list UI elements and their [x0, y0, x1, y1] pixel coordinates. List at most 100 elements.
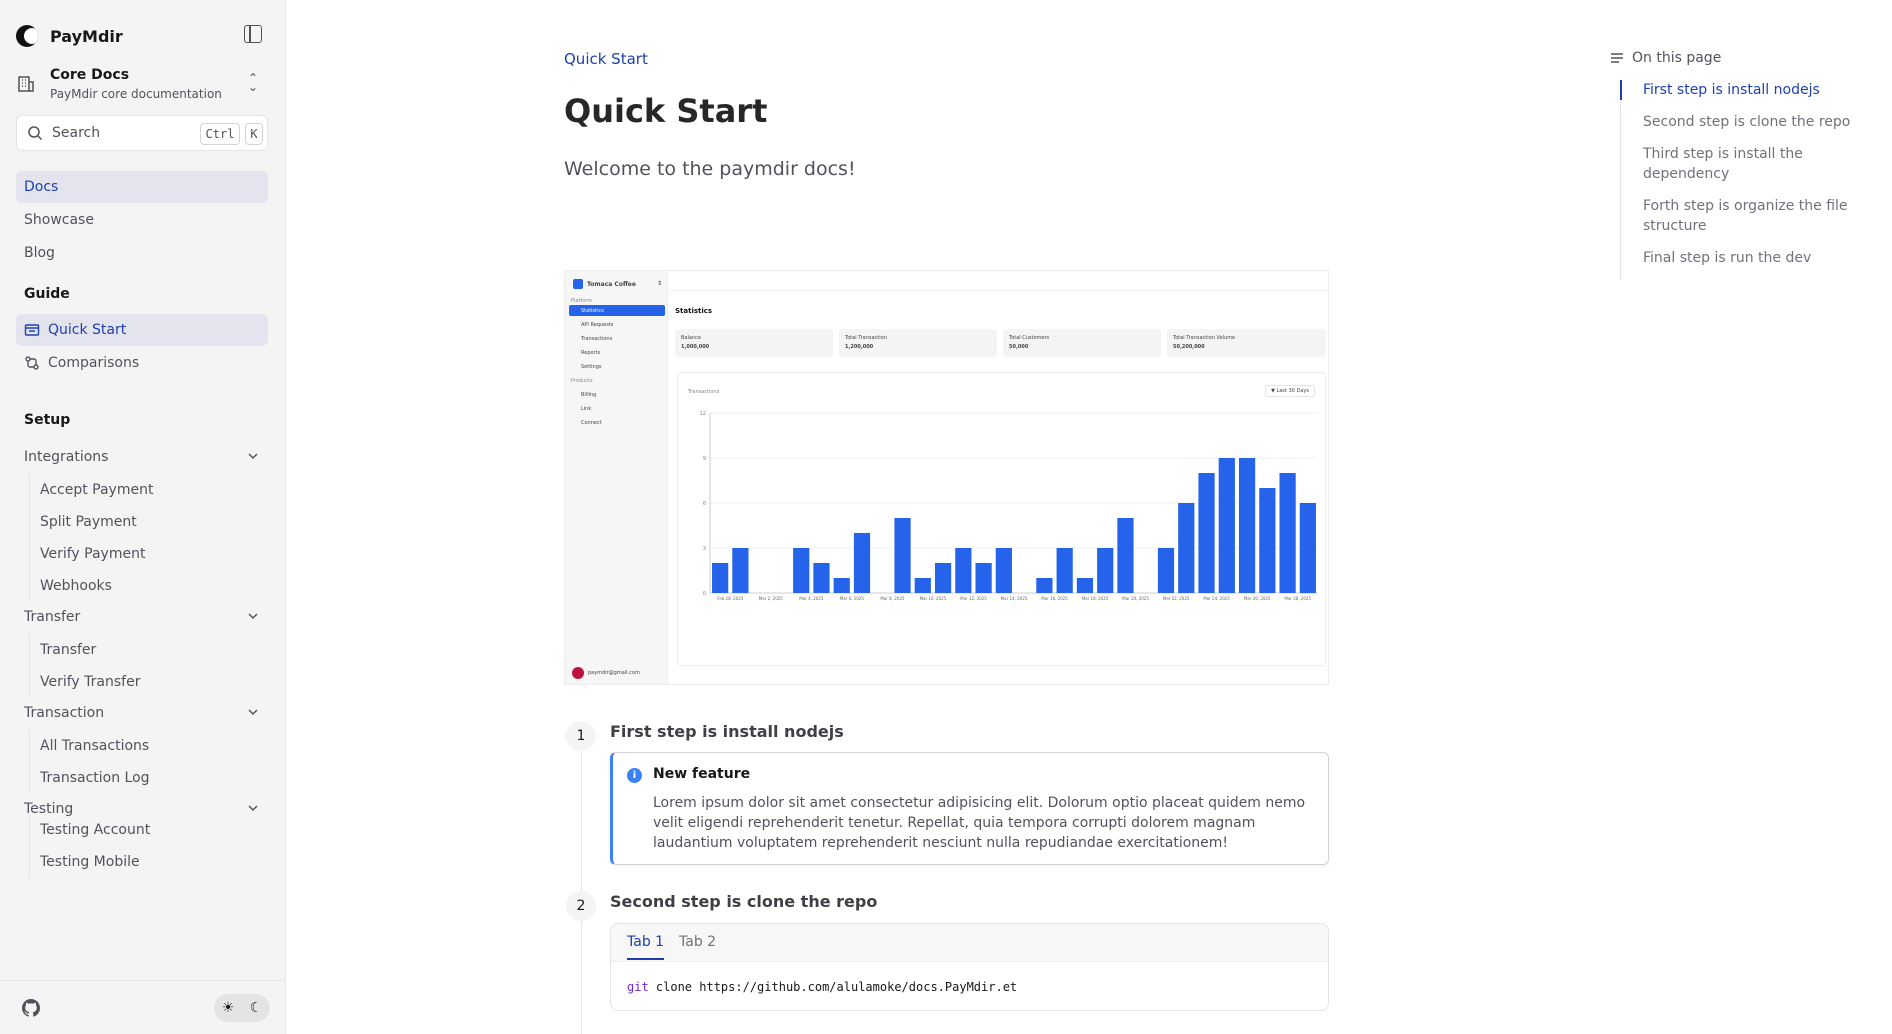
bar	[1178, 503, 1195, 593]
x-tick-label: Mar 12, 2025	[960, 596, 987, 601]
x-tick-label: Mar 18, 2025	[1082, 596, 1109, 601]
y-tick-label: 6	[703, 501, 706, 507]
bar	[1036, 578, 1053, 593]
github-icon[interactable]	[22, 999, 40, 1017]
nav-docs[interactable]: Docs	[16, 171, 268, 203]
sidebar-item-accept-payment[interactable]: Accept Payment	[30, 474, 153, 506]
step-title-2: Second step is clone the repo	[610, 892, 878, 911]
x-tick-label: Mar 10, 2025	[920, 596, 947, 601]
page-title: Quick Start	[564, 92, 768, 130]
brand-name: PayMdir	[50, 26, 123, 46]
brand[interactable]: PayMdir	[16, 22, 123, 50]
group-transaction[interactable]: Transaction	[16, 698, 268, 728]
y-tick-label: 0	[703, 591, 706, 597]
toc-item-1[interactable]: First step is install nodejs	[1620, 80, 1880, 100]
bar	[833, 578, 850, 593]
sidebar: PayMdir Core Docs PayMdir core documenta…	[0, 0, 286, 1034]
bar	[894, 518, 911, 593]
search-input[interactable]: Search Ctrl K	[16, 115, 268, 151]
chevron-down-icon	[248, 709, 258, 716]
y-tick-label: 3	[703, 546, 706, 552]
callout-body: Lorem ipsum dolor sit amet consectetur a…	[653, 795, 1306, 851]
sidebar-item-webhooks[interactable]: Webhooks	[30, 570, 153, 602]
x-tick-label: Mar 4, 2025	[799, 596, 824, 601]
group-integrations[interactable]: Integrations	[16, 442, 268, 472]
transactions-chart-card: Transactions ▼ Last 30 Days 0 3 6 9 12 Feb 28…	[677, 372, 1326, 666]
sidebar-item-label: Quick Start	[48, 322, 127, 338]
stat-label: Total Customers	[1009, 335, 1050, 341]
building-icon	[16, 74, 36, 94]
group-transfer[interactable]: Transfer	[16, 602, 268, 632]
stat-label: Balance	[681, 335, 701, 341]
toc-item-3[interactable]: Third step is install the dependency	[1621, 144, 1851, 184]
sidebar-item-all-transactions[interactable]: All Transactions	[30, 730, 150, 762]
sidebar-item-split-payment[interactable]: Split Payment	[30, 506, 153, 538]
sidebar-item-quick-start[interactable]: Quick Start	[16, 314, 268, 346]
tab-2[interactable]: Tab 2	[679, 934, 716, 960]
sidebar-item-transfer[interactable]: Transfer	[30, 634, 140, 666]
toc-item-2[interactable]: Second step is clone the repo	[1621, 112, 1880, 132]
sidebar-item-comparisons[interactable]: Comparisons	[16, 347, 268, 379]
group-label: Integrations	[24, 449, 109, 465]
toc-title: On this page	[1632, 50, 1722, 66]
x-tick-label: Mar 6, 2025	[840, 596, 865, 601]
bar	[1279, 473, 1296, 593]
search-placeholder: Search	[52, 125, 101, 141]
stat-card-total-transaction: Total Transaction 1,200,000	[839, 329, 997, 357]
stat-value: 50,000	[1009, 344, 1029, 350]
stat-label: Total Transaction	[845, 335, 887, 341]
shot-company: Tomaca Coffee	[587, 281, 636, 288]
transaction-list: All Transactions Transaction Log	[29, 730, 150, 794]
project-switcher[interactable]: Core Docs PayMdir core documentation ⌃ ⌄	[16, 64, 266, 104]
sidebar-item-label: Comparisons	[48, 355, 140, 371]
sidebar-item-testing-account[interactable]: Testing Account	[30, 814, 150, 846]
toc-item-5[interactable]: Final step is run the dev	[1621, 248, 1880, 268]
theme-toggle[interactable]: ☀ ☾	[214, 994, 270, 1022]
moon-icon[interactable]: ☾	[250, 1000, 263, 1016]
page-lead: Welcome to the paymdir docs!	[564, 158, 856, 180]
stat-value: 1,200,000	[845, 344, 874, 350]
group-label: Transfer	[24, 609, 81, 625]
nav-blog[interactable]: Blog	[16, 237, 268, 269]
stat-card-total-customers: Total Customers 50,000	[1003, 329, 1161, 357]
shot-page-title: Statistics	[675, 307, 713, 315]
code-command: git	[627, 980, 649, 994]
shot-nav-transactions: Transactions	[581, 336, 613, 342]
chevron-down-icon	[248, 453, 258, 460]
x-tick-label: Mar 26, 2025	[1244, 596, 1271, 601]
toc-item-4[interactable]: Forth step is organize the file structur…	[1621, 196, 1851, 236]
x-tick-label: Mar 2, 2025	[759, 596, 784, 601]
step-number-1: 1	[566, 721, 596, 751]
toc-list: First step is install nodejs Second step…	[1620, 80, 1880, 280]
sidebar-item-transaction-log[interactable]: Transaction Log	[30, 762, 150, 794]
nav-showcase[interactable]: Showcase	[16, 204, 268, 236]
x-tick-label: Mar 24, 2025	[1203, 596, 1230, 601]
shot-nav-reports: Reports	[581, 350, 601, 356]
bar	[1238, 458, 1256, 593]
sidebar-item-verify-transfer[interactable]: Verify Transfer	[30, 666, 140, 698]
sun-icon[interactable]: ☀	[222, 1000, 235, 1016]
stat-value: 50,200,000	[1173, 344, 1205, 350]
info-icon: i	[627, 768, 642, 783]
search-icon	[28, 126, 43, 141]
shot-main: Statistics Balance 1,000,000 Total Trans…	[669, 271, 1328, 684]
project-title: Core Docs	[50, 67, 130, 83]
tab-1[interactable]: Tab 1	[627, 934, 665, 960]
x-tick-label: Mar 8, 2025	[880, 596, 905, 601]
brand-logo	[16, 25, 38, 47]
bar	[793, 548, 810, 593]
project-subtitle: PayMdir core documentation	[50, 87, 222, 101]
transfer-list: Transfer Verify Transfer	[29, 634, 140, 698]
shot-logo	[573, 279, 583, 289]
bar	[1218, 458, 1235, 593]
shot-chevrons-icon: ⇕	[657, 280, 663, 287]
stat-card-total-volume: Total Transaction Volume 50,200,000	[1167, 329, 1326, 357]
sidebar-item-verify-payment[interactable]: Verify Payment	[30, 538, 153, 570]
sidebar-toggle-icon[interactable]	[244, 25, 262, 43]
bar	[1299, 503, 1316, 593]
sidebar-item-testing-mobile[interactable]: Testing Mobile	[30, 846, 150, 878]
bar	[712, 563, 729, 593]
list-icon	[1611, 53, 1623, 63]
breadcrumb[interactable]: Quick Start	[564, 50, 648, 68]
shot-nav-connect: Connect	[581, 420, 602, 426]
